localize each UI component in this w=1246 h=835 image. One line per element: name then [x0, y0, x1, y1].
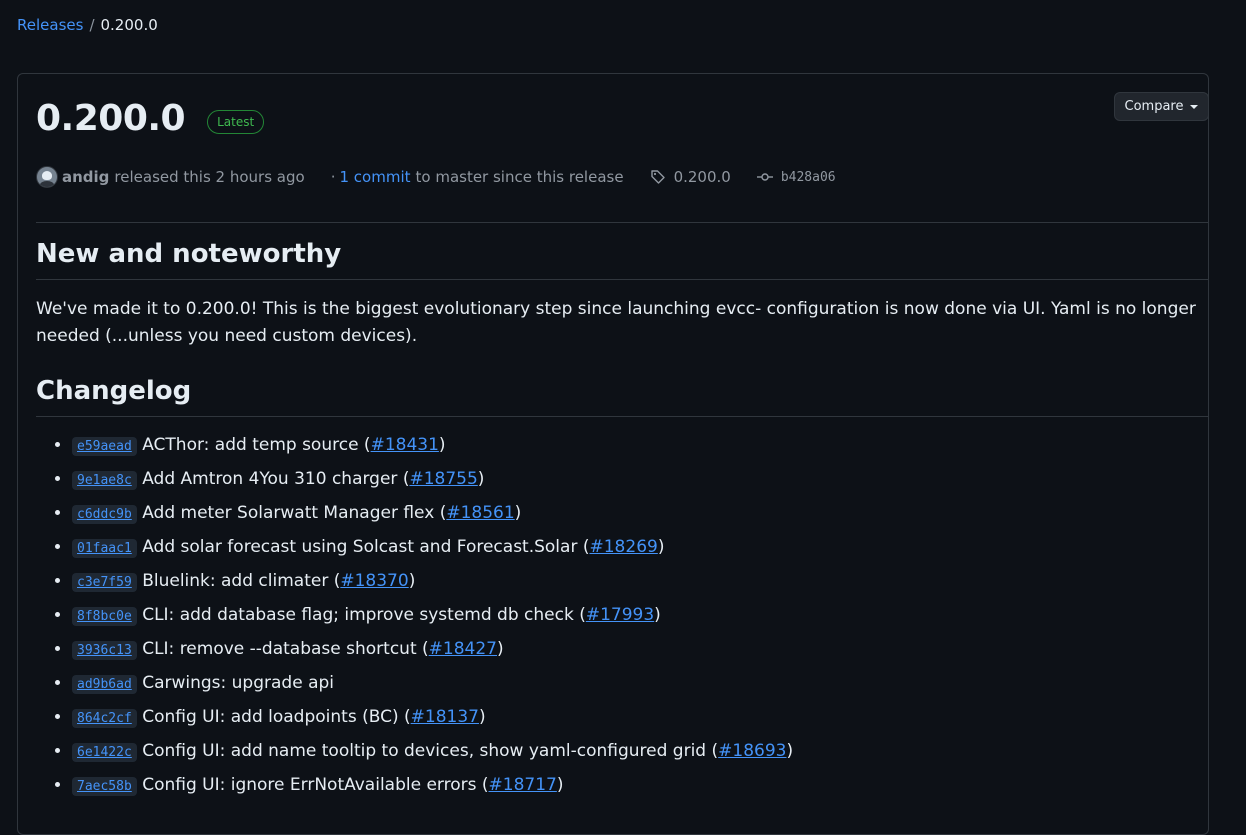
- changelog-item: 6e1422c Config UI: add name tooltip to d…: [72, 739, 1208, 765]
- changelog-item: 864c2cf Config UI: add loadpoints (BC) (…: [72, 705, 1208, 731]
- commit-suffix-text: to master since this release: [415, 168, 624, 186]
- changelog-text: Add solar forecast using Solcast and For…: [142, 537, 578, 557]
- released-text: released this 2 hours ago: [114, 168, 305, 186]
- pull-request-link[interactable]: #18693: [718, 741, 786, 761]
- heading-new-and-noteworthy: New and noteworthy: [36, 237, 1208, 280]
- commit-hash-link[interactable]: 3936c13: [72, 641, 137, 660]
- breadcrumb: Releases / 0.200.0: [17, 16, 158, 34]
- changelog-item: 01faac1 Add solar forecast using Solcast…: [72, 535, 1208, 561]
- commit-hash-link[interactable]: 8f8bc0e: [72, 607, 137, 626]
- commit-hash-link[interactable]: 7aec58b: [72, 777, 137, 796]
- changelog-text: Carwings: upgrade api: [142, 673, 335, 693]
- breadcrumb-current: 0.200.0: [100, 16, 158, 34]
- commit-hash-link[interactable]: 6e1422c: [72, 743, 137, 762]
- latest-badge: Latest: [207, 109, 265, 134]
- commit-hash-link[interactable]: 01faac1: [72, 539, 137, 558]
- changelog-text: CLI: add database flag; improve systemd …: [142, 605, 574, 625]
- commit-hash-link[interactable]: e59aead: [72, 437, 137, 456]
- commit-hash-link[interactable]: 9e1ae8c: [72, 471, 137, 490]
- release-title[interactable]: 0.200.0: [36, 98, 186, 139]
- breadcrumb-releases-link[interactable]: Releases: [17, 16, 83, 34]
- tag-label: 0.200.0: [673, 168, 731, 186]
- tag-item[interactable]: 0.200.0: [650, 168, 731, 186]
- commit-hash-link[interactable]: c3e7f59: [72, 573, 137, 592]
- pull-request-link[interactable]: #18431: [371, 435, 439, 455]
- changelog-item: 3936c13 CLI: remove --database shortcut …: [72, 637, 1208, 663]
- release-header: 0.200.0 Latest: [36, 98, 265, 139]
- changelog-text: Add Amtron 4You 310 charger: [142, 469, 398, 489]
- compare-button[interactable]: Compare: [1114, 92, 1209, 121]
- pull-request-link[interactable]: #18137: [411, 707, 479, 727]
- breadcrumb-separator: /: [89, 16, 95, 34]
- commit-hash: b428a06: [780, 169, 836, 185]
- changelog-item: c3e7f59 Bluelink: add climater (#18370): [72, 569, 1208, 595]
- changelog-text: CLI: remove --database shortcut: [142, 639, 417, 659]
- changelog-text: Config UI: add loadpoints (BC): [142, 707, 399, 727]
- git-commit-icon: [756, 173, 773, 181]
- commit-hash-link[interactable]: ad9b6ad: [72, 675, 137, 694]
- changelog-text: Bluelink: add climater: [142, 571, 329, 591]
- changelog-item: 9e1ae8c Add Amtron 4You 310 charger (#18…: [72, 467, 1208, 493]
- pull-request-link[interactable]: #18427: [429, 639, 497, 659]
- changelog-text: Config UI: add name tooltip to devices, …: [142, 741, 707, 761]
- changelog-item: 7aec58b Config UI: ignore ErrNotAvailabl…: [72, 773, 1208, 799]
- pull-request-link[interactable]: #18561: [446, 503, 514, 523]
- release-meta: andig released this 2 hours ago · 1 comm…: [36, 166, 836, 188]
- release-description: We've made it to 0.200.0! This is the bi…: [36, 299, 1196, 346]
- release-body: New and noteworthy We've made it to 0.20…: [36, 237, 1208, 807]
- meta-dot: ·: [330, 168, 336, 186]
- changelog-item: c6ddc9b Add meter Solarwatt Manager flex…: [72, 501, 1208, 527]
- pull-request-link[interactable]: #18755: [409, 469, 477, 489]
- changelog-item: e59aead ACThor: add temp source (#18431): [72, 433, 1208, 459]
- changelog-list: e59aead ACThor: add temp source (#18431)…: [36, 433, 1208, 799]
- tag-icon: [650, 170, 665, 184]
- pull-request-link[interactable]: #17993: [586, 605, 654, 625]
- avatar[interactable]: [36, 166, 58, 188]
- pull-request-link[interactable]: #18269: [590, 537, 658, 557]
- commit-hash-link[interactable]: c6ddc9b: [72, 505, 137, 524]
- heading-changelog: Changelog: [36, 374, 1208, 417]
- caret-down-icon: [1190, 104, 1199, 109]
- changelog-text: Add meter Solarwatt Manager flex: [142, 503, 435, 523]
- commit-item[interactable]: b428a06: [756, 169, 836, 185]
- divider: [36, 222, 1208, 223]
- changelog-item: 8f8bc0e CLI: add database flag; improve …: [72, 603, 1208, 629]
- pull-request-link[interactable]: #18370: [340, 571, 408, 591]
- release-card: 0.200.0 Latest Compare andig released th…: [17, 73, 1209, 835]
- changelog-item: ad9b6ad Carwings: upgrade api: [72, 671, 1208, 697]
- compare-label: Compare: [1124, 99, 1184, 114]
- commit-hash-link[interactable]: 864c2cf: [72, 709, 137, 728]
- changelog-text: Config UI: ignore ErrNotAvailable errors: [142, 775, 477, 795]
- changelog-text: ACThor: add temp source: [142, 435, 359, 455]
- commit-count-link[interactable]: 1 commit: [339, 168, 410, 186]
- author-link[interactable]: andig: [62, 168, 109, 186]
- pull-request-link[interactable]: #18717: [489, 775, 557, 795]
